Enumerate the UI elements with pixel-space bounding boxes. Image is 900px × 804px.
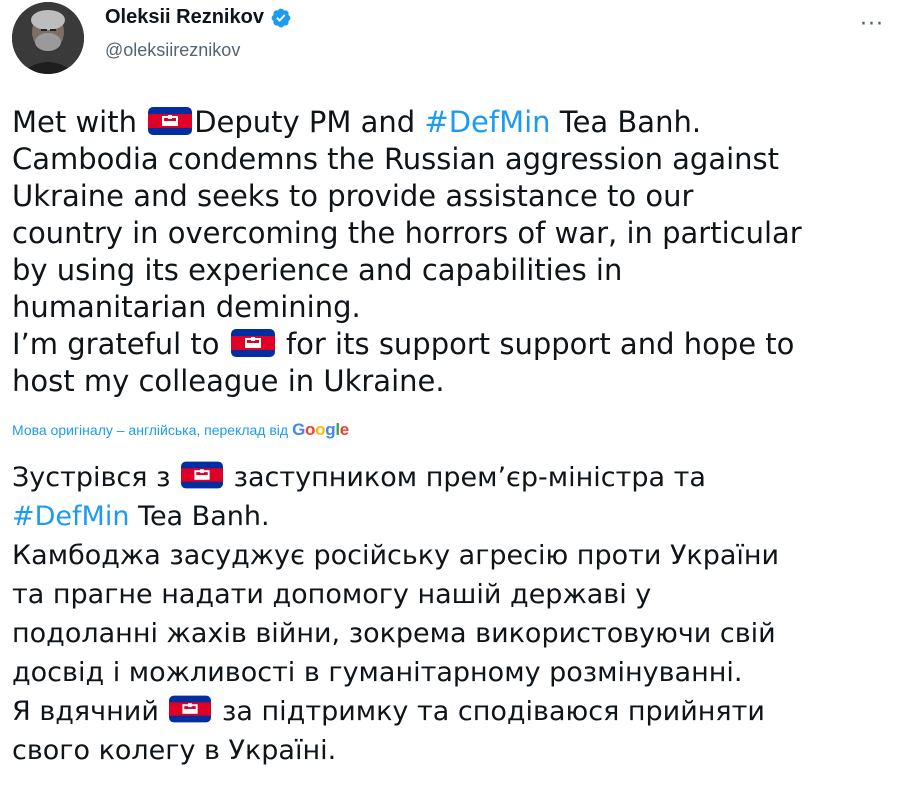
text-segment: заступником прем’єр-міністра та — [225, 462, 706, 493]
cambodia-flag-icon — [148, 107, 193, 135]
google-letter: e — [339, 420, 349, 439]
text-segment: for its support support and hope to — [276, 327, 795, 361]
translation-note[interactable]: Мова оригіналу – англійська, переклад ві… — [12, 420, 349, 440]
text-segment: за підтримку та сподіваюся прийняти — [213, 696, 765, 727]
text-segment: Met with — [12, 105, 147, 139]
tweet-line: Зустрівся з заступником прем’єр-міністра… — [12, 458, 892, 497]
tweet-line: подоланні жахів війни, зокрема використо… — [12, 618, 776, 649]
google-letter: G — [292, 420, 306, 439]
tweet-text-original: Met with Deputy PM and #DefMin Tea Banh.… — [12, 104, 892, 400]
text-segment: Deputy PM and — [194, 105, 425, 139]
text-segment: Tea Banh. — [129, 501, 270, 532]
author-avatar[interactable] — [12, 2, 84, 74]
tweet-line: humanitarian demining. — [12, 290, 361, 324]
tweet-card: Oleksii Reznikov @oleksiireznikov ··· Me… — [0, 0, 900, 804]
tweet-line: host my colleague in Ukraine. — [12, 364, 445, 398]
translation-note-text: Мова оригіналу – англійська, переклад ві… — [12, 422, 289, 438]
cambodia-flag-icon — [181, 461, 224, 489]
tweet-line: та прагне надати допомогу нашій державі … — [12, 579, 652, 610]
tweet-line: country in overcoming the horrors of war… — [12, 216, 802, 250]
tweet-line: Ukraine and seeks to provide assistance … — [12, 179, 694, 213]
tweet-line: Я вдячний за підтримку та сподіваюся при… — [12, 692, 892, 731]
tweet-line: #DefMin Tea Banh. — [12, 497, 892, 536]
author-handle[interactable]: @oleksiireznikov — [105, 40, 240, 61]
tweet-text-translated: Зустрівся з заступником прем’єр-міністра… — [12, 458, 892, 770]
google-letter: g — [325, 420, 336, 439]
tweet-line: досвід і можливості в гуманітарному розм… — [12, 657, 743, 688]
more-options-icon[interactable]: ··· — [860, 12, 884, 37]
text-segment: I’m grateful to — [12, 327, 229, 361]
google-logo: Google — [292, 420, 349, 440]
tweet-line: I’m grateful to for its support support … — [12, 326, 892, 363]
avatar-photo — [12, 2, 84, 74]
cambodia-flag-icon — [230, 329, 275, 357]
hashtag-link[interactable]: #DefMin — [12, 501, 129, 532]
text-segment: Я вдячний — [12, 696, 168, 727]
google-letter: o — [315, 420, 326, 439]
verified-badge-icon — [271, 8, 291, 27]
text-segment: Tea Banh. — [550, 105, 702, 139]
author-name-row: Oleksii Reznikov — [105, 6, 292, 29]
tweet-line: свого колегу в Україні. — [12, 735, 337, 766]
text-segment: Зустрівся з — [12, 462, 180, 493]
tweet-line: Met with Deputy PM and #DefMin Tea Banh. — [12, 104, 892, 141]
cambodia-flag-icon — [169, 695, 212, 723]
google-letter: o — [305, 420, 316, 439]
author-display-name[interactable]: Oleksii Reznikov — [105, 6, 264, 29]
tweet-line: by using its experience and capabilities… — [12, 253, 623, 287]
hashtag-link[interactable]: #DefMin — [424, 105, 550, 139]
tweet-line: Cambodia condemns the Russian aggression… — [12, 142, 780, 176]
tweet-line: Камбоджа засуджує російську агресію прот… — [12, 540, 780, 571]
